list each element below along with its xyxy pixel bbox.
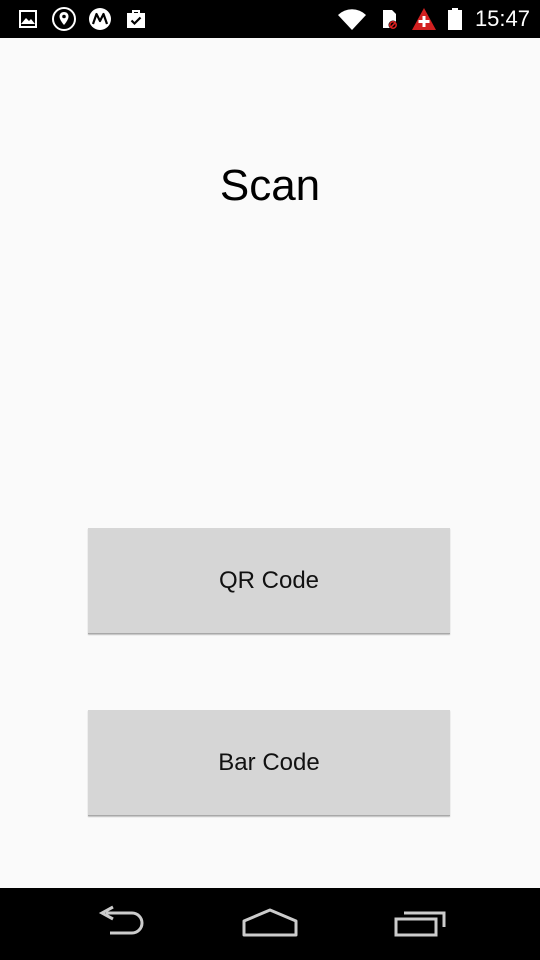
notification-icons (16, 7, 148, 31)
recent-apps-button[interactable] (384, 904, 456, 944)
wifi-icon (337, 7, 367, 31)
motorola-icon (88, 7, 112, 31)
gallery-icon (16, 7, 40, 31)
screen: 15:47 Scan QR Code Bar Code (0, 0, 540, 960)
clock: 15:47 (474, 6, 530, 31)
system-icons: 15:47 (337, 6, 530, 32)
sd-card-blocked-icon (377, 7, 401, 31)
swiss-alert-icon (411, 7, 437, 31)
home-icon (240, 905, 300, 944)
page-title: Scan (219, 161, 321, 210)
bar-code-button[interactable]: Bar Code (88, 710, 450, 816)
navigation-bar (0, 888, 540, 960)
qr-code-button[interactable]: QR Code (88, 528, 450, 634)
battery-icon (447, 7, 463, 31)
back-icon (92, 905, 148, 944)
recent-apps-icon (392, 905, 448, 944)
back-button[interactable] (84, 904, 156, 944)
shopping-bag-icon (124, 7, 148, 31)
location-icon (52, 7, 76, 31)
home-button[interactable] (234, 904, 306, 944)
status-bar: 15:47 (0, 0, 540, 38)
